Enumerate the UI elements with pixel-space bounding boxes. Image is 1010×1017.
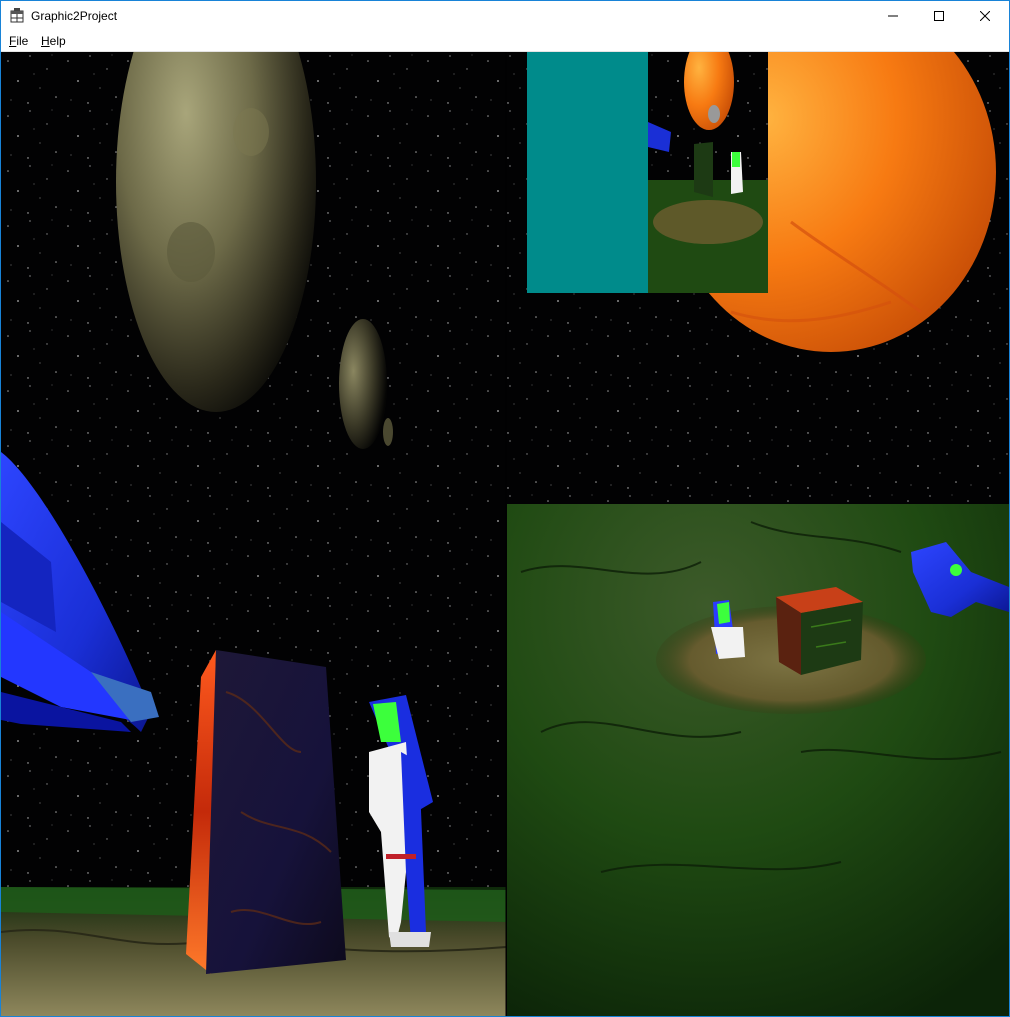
maximize-button[interactable]	[916, 1, 962, 31]
minimap-panel	[527, 52, 648, 293]
maximize-icon	[934, 11, 944, 21]
lava-monolith	[186, 650, 346, 974]
menu-help[interactable]: Help	[41, 34, 66, 48]
minimize-icon	[888, 15, 898, 17]
minimize-button[interactable]	[870, 1, 916, 31]
lava-cube	[776, 587, 863, 675]
close-button[interactable]	[962, 1, 1008, 31]
minimap-view	[527, 52, 768, 293]
menu-file-label: ile	[16, 34, 29, 48]
menu-help-accel: H	[41, 34, 50, 48]
moon	[339, 319, 387, 449]
window-title: Graphic2Project	[31, 9, 118, 23]
scene-canvas	[1, 52, 1009, 1016]
app-window-icon	[10, 8, 24, 23]
menu-bar: File Help	[1, 31, 1009, 52]
close-icon	[980, 11, 990, 21]
main-3d-view	[1, 52, 507, 1016]
render-viewport[interactable]	[1, 52, 1009, 1016]
app-window: Graphic2Project File Help	[0, 0, 1010, 1017]
title-bar[interactable]: Graphic2Project	[1, 1, 1009, 31]
menu-file[interactable]: File	[9, 34, 28, 48]
menu-help-label: elp	[49, 34, 66, 48]
